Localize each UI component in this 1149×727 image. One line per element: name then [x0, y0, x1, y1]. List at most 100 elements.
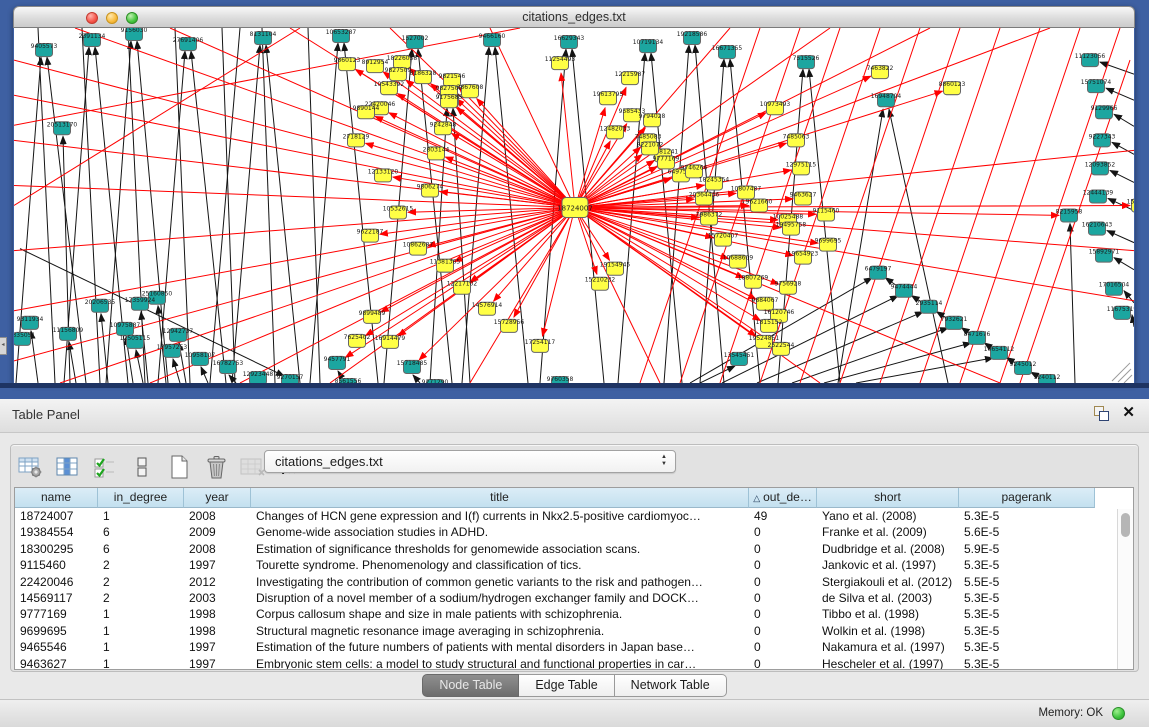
column-header-title[interactable]: title — [251, 488, 749, 508]
graph-node[interactable]: 9463627 — [790, 191, 817, 205]
graph-node[interactable]: 9227343 — [1089, 133, 1116, 147]
graph-node[interactable]: 10654112 — [984, 346, 1015, 360]
table-row[interactable]: 911546021997Tourette syndrome. Phenomeno… — [15, 557, 1133, 573]
graph-node[interactable]: 12093852 — [1085, 161, 1116, 175]
graph-node[interactable]: 12133120 — [368, 168, 399, 182]
graph-node[interactable]: 1815152 — [756, 319, 783, 333]
graph-node[interactable]: 8860123 — [939, 81, 966, 95]
graph-node[interactable]: 9756928 — [775, 281, 802, 295]
column-header-short[interactable]: short — [817, 488, 959, 508]
graph-node[interactable]: 7485063 — [783, 133, 810, 147]
graph-node[interactable]: 9457791 — [324, 356, 351, 370]
graph-node[interactable]: 9242848 — [430, 121, 457, 135]
graph-node[interactable]: 2935114 — [916, 300, 943, 314]
graph-node[interactable]: 9860123 — [334, 57, 361, 71]
graph-node[interactable]: 17957253 — [157, 344, 188, 358]
graph-node[interactable]: 18724007 — [557, 197, 593, 217]
maximize-window-icon[interactable] — [126, 12, 138, 24]
graph-node[interactable]: 13545451 — [724, 352, 755, 366]
minimize-window-icon[interactable] — [106, 12, 118, 24]
graph-node[interactable]: 10719134 — [633, 39, 664, 53]
window-titlebar[interactable]: citations_edges.txt — [13, 6, 1135, 28]
graph-node[interactable]: 20513170 — [47, 121, 78, 135]
column-header-year[interactable]: year — [184, 488, 251, 508]
graph-node[interactable]: 15718485 — [397, 360, 428, 374]
graph-node[interactable]: 11156809 — [53, 327, 84, 341]
graph-node[interactable]: 27691406 — [173, 37, 204, 51]
graph-node[interactable]: 8471676 — [964, 331, 991, 345]
network-canvas[interactable]: 1872400794055732391134915603027691406813… — [14, 28, 1134, 383]
graph-node[interactable]: 15751074 — [1081, 79, 1112, 93]
table-row[interactable]: 2242004622012Investigating the contribut… — [15, 574, 1133, 590]
close-window-icon[interactable] — [86, 12, 98, 24]
graph-node[interactable]: 6479197 — [865, 266, 892, 280]
graph-node[interactable]: 14576914 — [472, 302, 503, 316]
graph-node[interactable]: 2803144 — [423, 146, 450, 160]
graph-node[interactable]: 9245012 — [1010, 361, 1037, 375]
graph-node[interactable]: 19154945 — [600, 262, 631, 276]
graph-node[interactable]: 10653287 — [326, 29, 357, 43]
column-header-name[interactable]: name — [15, 488, 98, 508]
tab-node-table[interactable]: Node Table — [422, 674, 519, 697]
graph-node[interactable]: 19613795 — [593, 91, 624, 105]
graph-node[interactable]: 10532615 — [383, 206, 414, 220]
table-row[interactable]: 1830029562008Estimation of significance … — [15, 541, 1133, 557]
graph-node[interactable]: 12444139 — [1083, 189, 1114, 203]
graph-node[interactable]: 7625402 — [344, 334, 371, 348]
tab-edge-table[interactable]: Edge Table — [519, 674, 614, 697]
table-row[interactable]: 977716911998Corpus callosum shape and si… — [15, 606, 1133, 622]
graph-node[interactable]: 1595845 — [1127, 198, 1134, 212]
graph-node[interactable]: 9115460 — [813, 208, 840, 222]
graph-node[interactable]: 17359924 — [125, 297, 156, 311]
graph-node[interactable]: 2718129 — [343, 133, 370, 147]
show-columns-icon[interactable] — [54, 453, 82, 481]
table-row[interactable]: 969969511998Structural magnetic resonanc… — [15, 623, 1133, 639]
close-panel-icon[interactable]: ✕ — [1122, 406, 1135, 420]
graph-node[interactable]: 18807269 — [738, 275, 769, 289]
graph-node[interactable]: 18245354 — [699, 176, 730, 190]
table-row[interactable]: 946554611997Estimation of the future num… — [15, 639, 1133, 655]
graph-node[interactable]: 19654923 — [788, 251, 819, 265]
graph-node[interactable]: 9794028 — [639, 113, 666, 127]
graph-node[interactable]: 8215958 — [1056, 209, 1083, 223]
float-panel-icon[interactable] — [1094, 406, 1108, 420]
table-row[interactable]: 1456911722003Disruption of a novel membe… — [15, 590, 1133, 606]
memory-status-icon[interactable] — [1112, 707, 1125, 720]
graph-node[interactable]: 9899489 — [359, 310, 386, 324]
graph-node[interactable]: 16914479 — [375, 335, 406, 349]
panel-collapse-notch[interactable]: ◂ — [0, 337, 7, 355]
graph-node[interactable]: 8186328 — [410, 70, 437, 84]
graph-node[interactable]: 15728956 — [494, 319, 525, 333]
graph-node[interactable]: 11123056 — [1075, 53, 1106, 67]
graph-node[interactable]: 7515526 — [793, 55, 820, 69]
network-graph[interactable]: 1872400794055732391134915603027691406813… — [14, 28, 1134, 383]
graph-node[interactable]: 9129966 — [1091, 105, 1118, 119]
table-row[interactable]: 1938455462009Genome-wide association stu… — [15, 524, 1133, 540]
tab-network-table[interactable]: Network Table — [615, 674, 727, 697]
graph-node[interactable]: 16948794 — [871, 93, 902, 107]
graph-node[interactable]: 9474444 — [891, 284, 918, 298]
graph-node[interactable]: 12217102 — [447, 281, 478, 295]
vertical-scrollbar[interactable] — [1117, 509, 1133, 669]
graph-node[interactable]: 9240112 — [1034, 374, 1061, 383]
graph-node[interactable]: 10543392 — [374, 81, 405, 95]
graph-node[interactable]: 7986372 — [696, 212, 723, 226]
column-header-pagerank[interactable]: pagerank — [959, 488, 1095, 508]
graph-node[interactable]: 9405573 — [31, 43, 58, 57]
graph-node[interactable]: 9156030 — [121, 28, 148, 41]
graph-node[interactable]: 9699695 — [815, 238, 842, 252]
resize-grip-icon[interactable] — [1112, 363, 1132, 383]
table-select-dropdown[interactable]: citations_edges.txt ▲▼ — [264, 450, 676, 473]
graph-node[interactable]: 12923448 — [243, 371, 274, 383]
graph-node[interactable]: 8131104 — [250, 31, 277, 45]
select-all-rows-icon[interactable] — [91, 453, 119, 481]
graph-node[interactable]: 9827509 — [385, 67, 412, 81]
column-header-in_degree[interactable]: in_degree — [98, 488, 184, 508]
column-header-out_de[interactable]: △out_de… — [749, 488, 817, 508]
graph-node[interactable]: 19218586 — [677, 31, 708, 45]
graph-node[interactable]: 2522544 — [768, 342, 795, 356]
graph-node[interactable]: 10973493 — [760, 101, 791, 115]
graph-node[interactable]: 12215987 — [615, 71, 646, 85]
graph-node[interactable]: 19495758 — [776, 222, 807, 236]
graph-node[interactable]: 15210232 — [585, 277, 616, 291]
